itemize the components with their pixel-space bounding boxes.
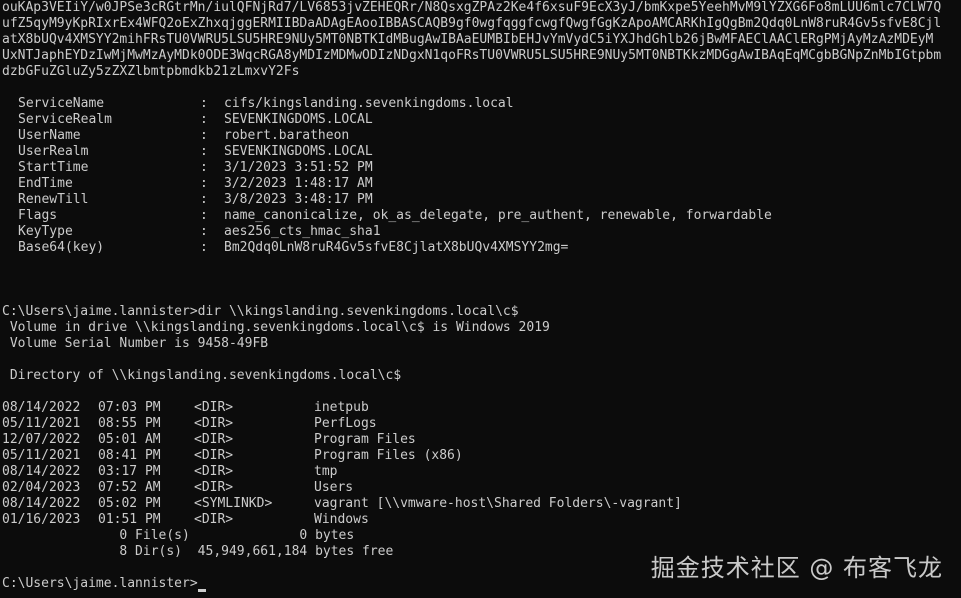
cursor (197, 588, 206, 592)
dir-entry: 12/07/2022 05:01 AM <DIR> Program Files (2, 432, 961, 448)
dir-entry-name: Program Files (314, 432, 416, 447)
dir-entry: 02/04/2023 07:52 AM <DIR> Users (2, 480, 961, 496)
ticket-field-separator: : (200, 144, 208, 159)
base64-line: ufZ5qyM9yKpRIxrEx4WFQ2oExZhxqjggERMIIBDa… (2, 16, 942, 31)
ticket-field-key: EndTime (18, 176, 73, 191)
ticket-field: Flags: name_canonicalize, ok_as_delegate,… (2, 208, 961, 224)
ticket-details: ServiceName: cifs/kingslanding.sevenkingd… (2, 96, 961, 256)
ticket-field-value: robert.baratheon (224, 128, 350, 143)
base64-line: ouKAp3VEIiY/w0JPSe3cRGtrMn/iulQFNjRd7/LV… (2, 0, 942, 15)
dir-entry-name: PerfLogs (314, 416, 377, 431)
dir-entry-type: <DIR> (194, 448, 234, 463)
dir-entry-date: 08/14/2022 (2, 400, 81, 415)
base64-ticket-block: ouKAp3VEIiY/w0JPSe3cRGtrMn/iulQFNjRd7/LV… (2, 0, 961, 80)
dir-entry-name: Windows (314, 512, 369, 527)
dir-entry-type: <DIR> (194, 416, 234, 431)
ticket-field: ServiceName: cifs/kingslanding.sevenkingd… (2, 96, 961, 112)
dir-entry: 05/11/2021 08:41 PM <DIR> Program Files (x8… (2, 448, 961, 464)
ticket-field-separator: : (200, 160, 208, 175)
dir-entry-time: 05:02 PM (98, 496, 161, 511)
dir-entry-time: 07:52 AM (98, 480, 161, 495)
ticket-field: UserName: robert.baratheon (2, 128, 961, 144)
ticket-field-separator: : (200, 240, 208, 255)
dir-entry-name: vagrant [\\vmware-host\Shared Folders\-v… (314, 496, 682, 511)
ticket-field-separator: : (200, 192, 208, 207)
dir-entry: 08/14/2022 07:03 PM <DIR> inetpub (2, 400, 961, 416)
ticket-field: ServiceRealm: SEVENKINGDOMS.LOCAL (2, 112, 961, 128)
terminal-window[interactable]: ouKAp3VEIiY/w0JPSe3cRGtrMn/iulQFNjRd7/LV… (2, 0, 961, 598)
ticket-field-value: 3/1/2023 3:51:52 PM (224, 160, 373, 175)
ticket-field-separator: : (200, 176, 208, 191)
files-summary: 0 File(s) 0 bytes (2, 528, 355, 543)
dir-entry: 05/11/2021 08:55 PM <DIR> PerfLogs (2, 416, 961, 432)
dir-entry-date: 01/16/2023 (2, 512, 81, 527)
dir-entry-date: 05/11/2021 (2, 448, 81, 463)
ticket-field-value: SEVENKINGDOMS.LOCAL (224, 144, 373, 159)
base64-line: atX8bUQv4XMSYY2mihFRsTU0VWRU5LSU5HRE9NUy… (2, 32, 934, 47)
dir-entry-date: 12/07/2022 (2, 432, 81, 447)
ticket-field-separator: : (200, 112, 208, 127)
dir-entry-type: <DIR> (194, 464, 234, 479)
ticket-field-key: Flags (18, 208, 58, 223)
base64-line: dzbGFuZGluZy5zZXZlbmtpbmdkb21zLmxvY2Fs (2, 64, 300, 79)
ticket-field-value: SEVENKINGDOMS.LOCAL (224, 112, 373, 127)
ticket-field-key: ServiceRealm (18, 112, 112, 127)
ticket-field-value: aes256_cts_hmac_sha1 (224, 224, 381, 239)
command-line: C:\Users\jaime.lannister>dir \\kingsland… (2, 304, 519, 319)
ticket-field: Base64(key): Bm2Qdq0LnW8ruR4Gv5sfvE8Cjlat… (2, 240, 961, 256)
ticket-field: UserRealm: SEVENKINGDOMS.LOCAL (2, 144, 961, 160)
dir-entry: 01/16/2023 01:51 PM <DIR> Windows (2, 512, 961, 528)
ticket-field: KeyType: aes256_cts_hmac_sha1 (2, 224, 961, 240)
ticket-field-value: Bm2Qdq0LnW8ruR4Gv5sfvE8CjlatX8bUQv4XMSYY… (224, 240, 569, 255)
dir-entry-type: <SYMLINKD> (194, 496, 273, 511)
dir-entry-name: tmp (314, 464, 338, 479)
watermark: 掘金技术社区 @ 布客飞龙 (650, 554, 943, 582)
ticket-field-separator: : (200, 224, 208, 239)
dir-entry: 08/14/2022 05:02 PM <SYMLINKD> vagrant [\\v… (2, 496, 961, 512)
dir-entry-name: inetpub (314, 400, 369, 415)
ticket-field-key: StartTime (18, 160, 89, 175)
ticket-field: RenewTill: 3/8/2023 3:48:17 PM (2, 192, 961, 208)
dir-entry-time: 08:55 PM (98, 416, 161, 431)
dir-entry-type: <DIR> (194, 432, 234, 447)
dir-entry: 08/14/2022 03:17 PM <DIR> tmp (2, 464, 961, 480)
ticket-field: StartTime: 3/1/2023 3:51:52 PM (2, 160, 961, 176)
ticket-field-key: KeyType (18, 224, 73, 239)
dir-entry-name: Program Files (x86) (314, 448, 463, 463)
ticket-field-value: 3/2/2023 1:48:17 AM (224, 176, 373, 191)
ticket-field-separator: : (200, 96, 208, 111)
directory-header: Directory of \\kingslanding.sevenkingdom… (2, 368, 402, 383)
ticket-field-key: UserRealm (18, 144, 89, 159)
ticket-field-separator: : (200, 128, 208, 143)
prompt-text: C:\Users\jaime.lannister> (2, 576, 198, 591)
ticket-field: EndTime: 3/2/2023 1:48:17 AM (2, 176, 961, 192)
dir-entry-time: 07:03 PM (98, 400, 161, 415)
dir-entry-time: 05:01 AM (98, 432, 161, 447)
ticket-field-value: name_canonicalize, ok_as_delegate, pre_a… (224, 208, 772, 223)
dir-entry-name: Users (314, 480, 354, 495)
dir-entry-date: 08/14/2022 (2, 496, 81, 511)
dir-entry-time: 08:41 PM (98, 448, 161, 463)
volume-serial: Volume Serial Number is 9458-49FB (2, 336, 269, 351)
dir-entry-time: 01:51 PM (98, 512, 161, 527)
volume-info: Volume in drive \\kingslanding.sevenking… (2, 320, 550, 335)
dir-entry-time: 03:17 PM (98, 464, 161, 479)
ticket-field-key: RenewTill (18, 192, 89, 207)
ticket-field-value: cifs/kingslanding.sevenkingdoms.local (224, 96, 514, 111)
base64-line: UxNTJaphEYDzIwMjMwMzAyMDk0ODE3WqcRGA8yMD… (2, 48, 942, 63)
ticket-field-key: UserName (18, 128, 81, 143)
dir-entry-type: <DIR> (194, 400, 234, 415)
ticket-field-key: ServiceName (18, 96, 105, 111)
dir-entry-date: 05/11/2021 (2, 416, 81, 431)
ticket-field-value: 3/8/2023 3:48:17 PM (224, 192, 373, 207)
directory-listing: 08/14/2022 07:03 PM <DIR> inetpub 05/11/202… (2, 400, 961, 528)
ticket-field-key: Base64(key) (18, 240, 105, 255)
dir-entry-date: 08/14/2022 (2, 464, 81, 479)
dir-entry-date: 02/04/2023 (2, 480, 81, 495)
dir-entry-type: <DIR> (194, 480, 234, 495)
dir-entry-type: <DIR> (194, 512, 234, 527)
ticket-field-separator: : (200, 208, 208, 223)
